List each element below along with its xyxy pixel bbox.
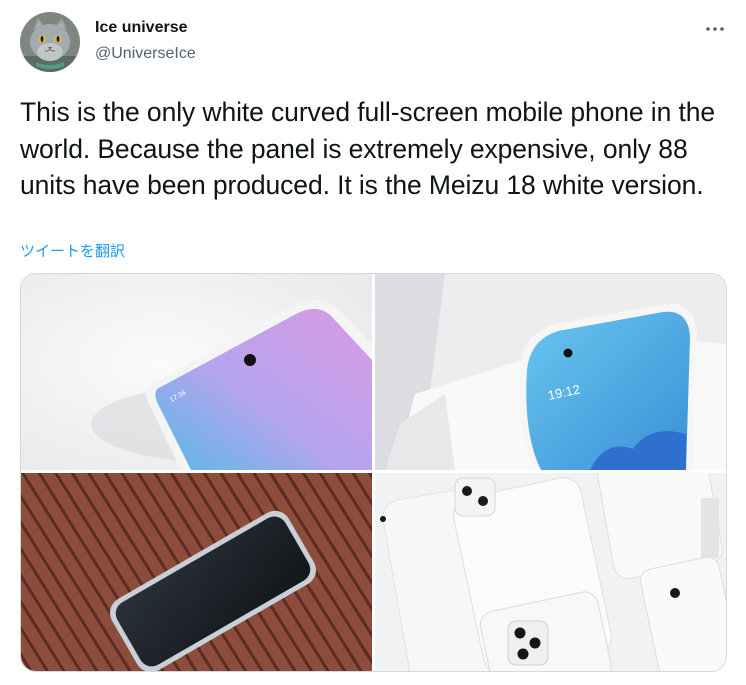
cat-avatar-icon: [20, 12, 80, 72]
white-phones-collection-image: [375, 473, 726, 671]
phone-on-wood-deck-image: [21, 473, 372, 671]
author-name[interactable]: Ice universe: [95, 19, 188, 37]
tweet-card: Ice universe @UniverseIce This is the on…: [0, 0, 746, 685]
media-grid: 17:36 19:12: [20, 273, 727, 672]
more-dots-icon: [706, 27, 724, 31]
photo-2[interactable]: 19:12: [375, 274, 726, 470]
more-options-button[interactable]: [700, 14, 730, 44]
photo-1[interactable]: 17:36: [21, 274, 372, 470]
photo-3[interactable]: [21, 473, 372, 671]
avatar[interactable]: [20, 12, 80, 72]
translate-tweet-link[interactable]: ツイートを翻訳: [20, 240, 125, 261]
photo-4[interactable]: [375, 473, 726, 671]
author-handle[interactable]: @UniverseIce: [95, 45, 196, 63]
tweet-text: This is the only white curved full-scree…: [20, 97, 716, 200]
phone-on-box-image: 19:12: [375, 274, 726, 470]
white-phone-gradient-image: 17:36: [21, 274, 372, 470]
